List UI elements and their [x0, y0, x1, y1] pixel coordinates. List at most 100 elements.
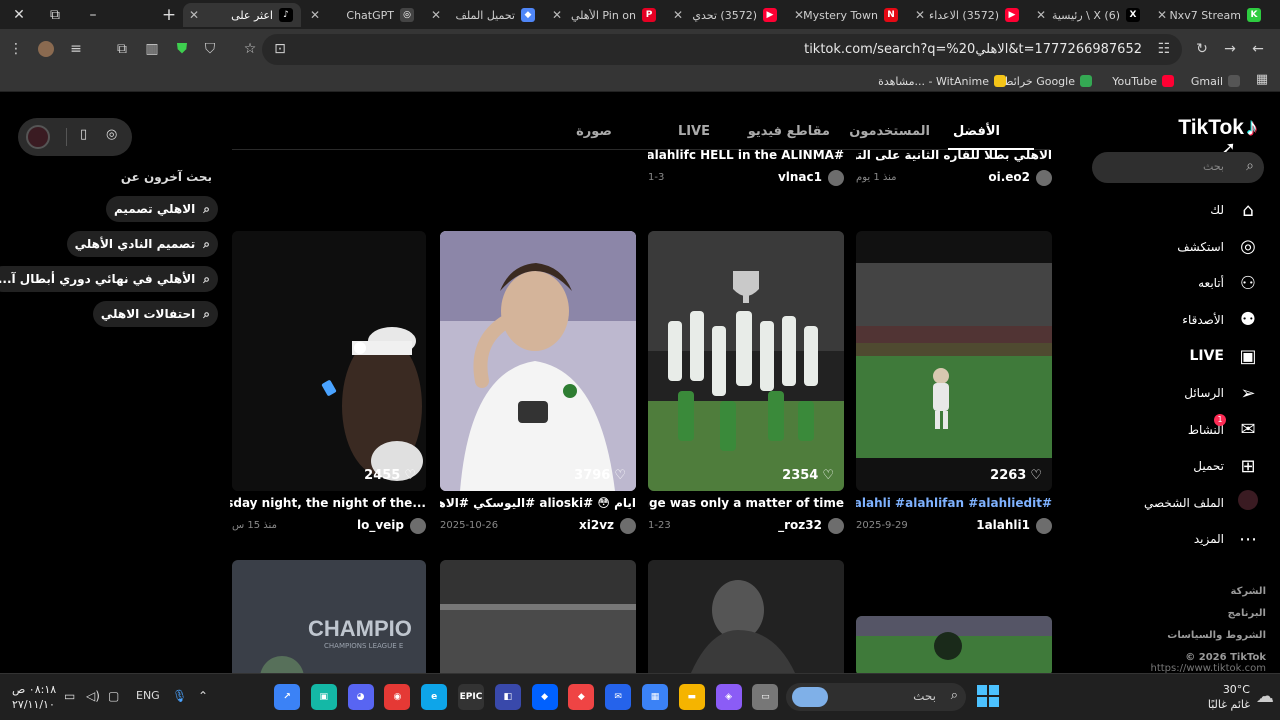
bookmark-item[interactable]: Gmail: [1191, 72, 1240, 90]
close-icon[interactable]: ✕: [915, 8, 925, 22]
back-icon[interactable]: ←: [1246, 37, 1270, 61]
footer-link[interactable]: الشركة: [1231, 586, 1266, 597]
close-icon[interactable]: ✕: [189, 8, 199, 22]
network-icon[interactable]: ▢: [108, 689, 119, 703]
tk-app-copilot-icon[interactable]: ◈: [715, 684, 742, 710]
browser-tab[interactable]: P Pin on الأهلي ✕: [546, 3, 664, 27]
all-bookmarks-icon[interactable]: ▦: [1252, 69, 1272, 89]
tk-app-1-icon[interactable]: ↗: [274, 684, 300, 710]
search-icon[interactable]: ⌕: [1246, 158, 1254, 174]
tab-videos[interactable]: مقاطع فيديو: [748, 124, 830, 139]
forward-icon[interactable]: →: [1218, 37, 1242, 61]
close-icon[interactable]: ✕: [431, 8, 441, 22]
media-queue-icon[interactable]: ≡: [64, 37, 88, 61]
list-item[interactable]: ايام 😳 #alioski #اليوسكي #الاهلي ... xi2…: [440, 496, 636, 540]
tk-app-edge-icon[interactable]: e: [421, 684, 448, 710]
video-thumbnail[interactable]: ♡ 2354: [648, 231, 844, 491]
video-thumbnail[interactable]: [648, 560, 844, 673]
tk-app-discord-icon[interactable]: ◕: [347, 684, 374, 710]
tab-live[interactable]: LIVE: [678, 124, 710, 139]
volume-icon[interactable]: ◁): [86, 689, 100, 703]
footer-link[interactable]: الشروط والسياسات: [1167, 630, 1266, 641]
search-suggestion[interactable]: ⌕ تصميم النادي الأهلي: [66, 231, 218, 257]
browser-tab[interactable]: ◎ ChatGPT ✕: [304, 3, 422, 27]
close-icon[interactable]: ✕: [1036, 8, 1046, 22]
video-username[interactable]: vlnac1: [778, 170, 822, 184]
search-suggestion[interactable]: ⌕ ...الأهلي في نهائي دوري أبطال آ: [0, 266, 218, 292]
nav-friends[interactable]: الأصدقاء ⚉: [1100, 306, 1260, 334]
video-thumbnail[interactable]: CHAMPIO CHAMPIONS LEAGUE E: [232, 560, 426, 673]
list-item[interactable]: الاهلي بطلاً للقاره الثانية على التوالي …: [856, 148, 1052, 192]
nav-for-you[interactable]: لك ⌂: [1100, 196, 1260, 224]
browser-tab[interactable]: X (6) X \ رئيسية ✕: [1030, 3, 1148, 27]
close-icon[interactable]: ✕: [552, 8, 562, 22]
window-close-button[interactable]: ✕: [0, 0, 38, 29]
browser-tab[interactable]: N Mystery Town ✕: [788, 3, 906, 27]
tk-app-10-icon[interactable]: ✉: [605, 684, 632, 710]
reload-icon[interactable]: ↻: [1190, 37, 1214, 61]
bookmark-item[interactable]: مشاهدة... - WitAnime: [878, 72, 1006, 90]
record-avatar-icon[interactable]: [26, 125, 50, 149]
video-username[interactable]: 1alahli1: [976, 518, 1030, 532]
list-item[interactable]: #alahli #alahlifan #alahliedit 1alahli1 …: [856, 496, 1052, 540]
tk-app-dropbox-icon[interactable]: ◆: [531, 684, 558, 710]
compass-icon[interactable]: ◎: [106, 127, 117, 142]
device-icon[interactable]: ▯: [80, 127, 87, 142]
nav-more[interactable]: المزيد ⋯: [1100, 525, 1260, 553]
tiktok-logo[interactable]: ♪ TikTok: [1178, 114, 1258, 142]
footer-link[interactable]: © 2026 TikTok: [1185, 652, 1266, 663]
video-username[interactable]: lo_veip: [357, 518, 404, 532]
nav-live[interactable]: LIVE ▣: [1100, 342, 1260, 370]
extension-icon[interactable]: ▥: [140, 37, 164, 61]
nav-following[interactable]: أتابعه ⚇: [1100, 269, 1260, 297]
video-thumbnail[interactable]: [440, 560, 636, 673]
footer-link[interactable]: البرنامج: [1228, 608, 1266, 619]
video-thumbnail[interactable]: [856, 616, 1052, 673]
extensions-puzzle-icon[interactable]: ⧉: [110, 37, 134, 61]
translate-icon[interactable]: ⊡: [268, 37, 292, 61]
weather-widget[interactable]: 30°C غائم غالبًا: [1208, 682, 1250, 712]
video-thumbnail[interactable]: ♡ 2263: [856, 231, 1052, 491]
nav-upload[interactable]: تحميل ⊞: [1100, 452, 1260, 480]
tk-app-2-icon[interactable]: ▣: [310, 684, 337, 710]
tab-top[interactable]: الأفضل: [953, 124, 1000, 139]
browser-tab[interactable]: ▶ (3572) الاعداء ✕: [909, 3, 1027, 27]
tk-app-9-icon[interactable]: ◆: [568, 684, 595, 710]
search-suggestion[interactable]: ⌕ الاهلي تصميم: [105, 196, 218, 222]
video-username[interactable]: oi.eo2: [988, 170, 1030, 184]
vpn-shield-icon[interactable]: ⛊: [170, 37, 194, 61]
browser-tab[interactable]: ▶ (3572) تحدي ✕: [667, 3, 785, 27]
tray-chevron-icon[interactable]: ⌃: [198, 689, 208, 703]
window-minimize-button[interactable]: –: [74, 0, 112, 29]
video-username[interactable]: xi2vz: [579, 518, 614, 532]
site-settings-icon[interactable]: ☷: [1152, 37, 1176, 61]
list-item[interactable]: #alahlifc HELL in the ALINMA ... vlnac1 …: [648, 148, 844, 192]
video-username[interactable]: _roz32: [778, 518, 822, 532]
tk-app-chrome-icon[interactable]: ◉: [384, 684, 411, 710]
window-restore-button[interactable]: ⧉: [36, 0, 74, 29]
bookmark-item[interactable]: خرائط Google: [1003, 72, 1092, 90]
nav-activity[interactable]: النشاط ✉ 1: [1100, 413, 1260, 444]
address-bar[interactable]: ☷ tiktok.com/search?q=%20الاهلي&t=177726…: [244, 34, 1182, 65]
browser-tab[interactable]: ◆ تحميل الملف ✕: [425, 3, 543, 27]
tab-users[interactable]: المستخدمون: [849, 124, 930, 139]
video-thumbnail[interactable]: ♡ 2455: [232, 231, 426, 491]
close-icon[interactable]: ✕: [310, 8, 320, 22]
list-item[interactable]: al stage was only a matter of time... _r…: [648, 496, 844, 540]
nav-profile[interactable]: الملف الشخصي: [1100, 489, 1260, 517]
video-thumbnail[interactable]: ♡ 3796: [440, 231, 636, 491]
bookmark-item[interactable]: YouTube: [1112, 72, 1174, 90]
nav-explore[interactable]: استكشف ◎: [1100, 233, 1260, 261]
tk-app-epic-icon[interactable]: EPIC: [458, 684, 484, 710]
tab-photos[interactable]: صورة: [576, 124, 612, 139]
bookmark-star-icon[interactable]: ☆: [238, 37, 262, 61]
microphone-icon[interactable]: 🎙: [172, 689, 187, 703]
close-icon[interactable]: ✕: [673, 8, 683, 22]
profile-avatar-icon[interactable]: [34, 37, 58, 61]
input-language[interactable]: ENG: [136, 689, 160, 702]
browser-menu-icon[interactable]: ⋮: [4, 37, 28, 61]
tk-app-14-icon[interactable]: ▭: [752, 684, 779, 710]
shield-icon[interactable]: ⛉: [198, 37, 222, 61]
tiktok-search-input[interactable]: بحث ⌕: [1092, 152, 1264, 183]
search-suggestion[interactable]: ⌕ احتفالات الاهلي: [92, 301, 218, 327]
